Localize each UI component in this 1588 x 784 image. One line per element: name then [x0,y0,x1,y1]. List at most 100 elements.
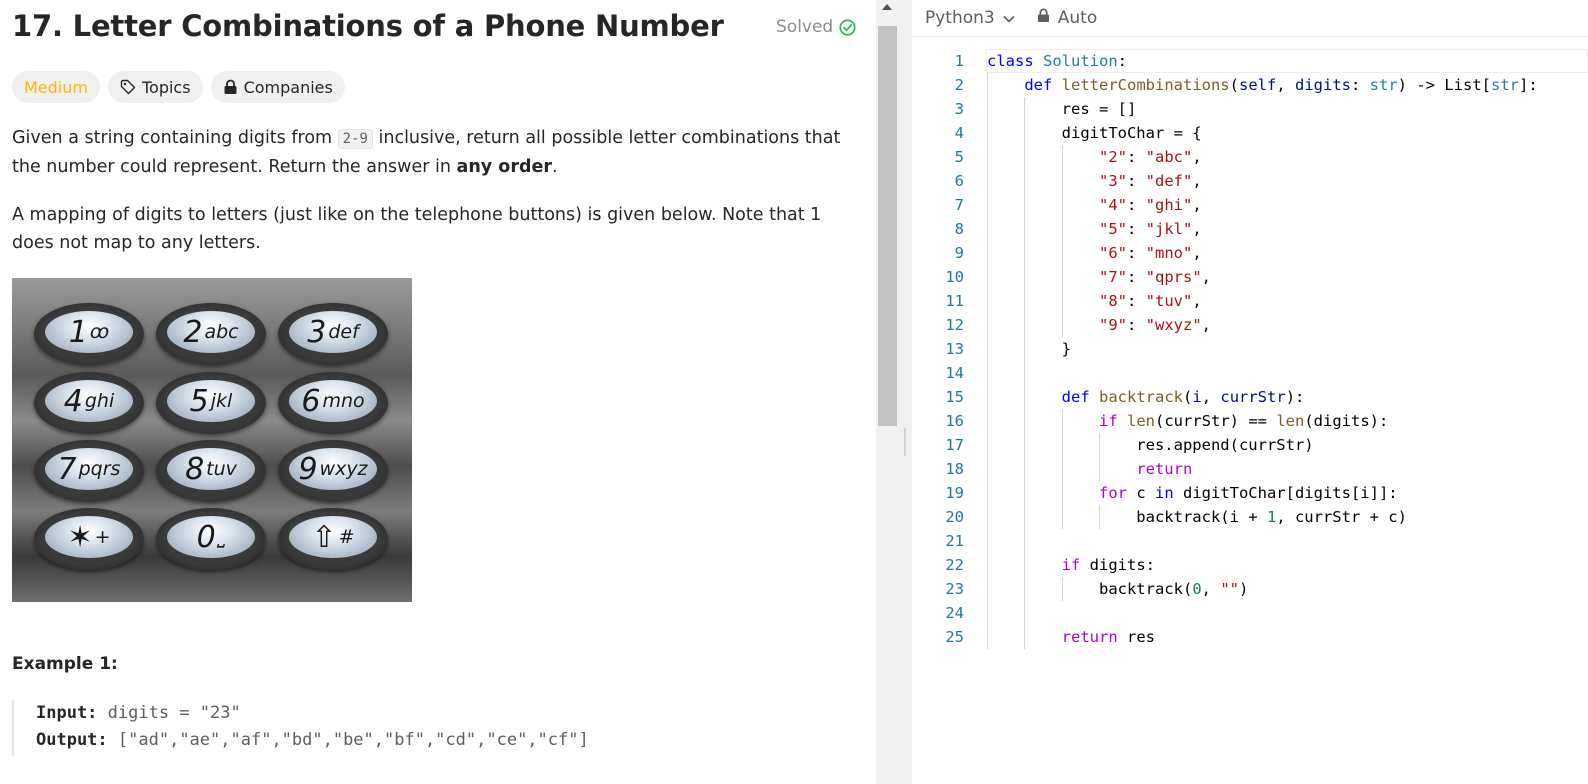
code-token: if [1098,412,1118,430]
line-number: 15 [945,388,964,406]
companies-label: Companies [243,77,333,97]
code-line[interactable]: 18 return [912,457,1588,481]
code-token: letterCombinations [1061,76,1230,94]
code-line[interactable]: 11 "8": "tuv", [912,289,1588,313]
p1-bold-text: any order [456,157,552,177]
code-line[interactable]: 16 if len(currStr) == len(digits): [912,409,1588,433]
line-number: 23 [945,580,964,598]
code-text: backtrack(i + 1, currStr + c) [987,505,1407,529]
code-token: "9" [1098,316,1127,334]
code-text: res = [] [987,97,1137,121]
code-token: str [1491,76,1519,94]
scrollbar-thumb[interactable] [878,26,897,426]
keypad-digit: 9 [298,451,318,487]
keypad-digit: 4 [63,383,83,419]
tag-row: Medium Topics Companies [12,71,345,103]
code-token: : [1126,220,1146,238]
auto-mode-toggle[interactable]: Auto [1037,8,1097,28]
description-scrollbar[interactable] [876,0,899,784]
code-text: class Solution: [987,49,1127,73]
code-token: "3" [1098,172,1127,190]
code-line[interactable]: 8 "5": "jkl", [912,217,1588,241]
keypad-key-face: ⇧ # [289,516,377,558]
code-line[interactable]: 17 res.append(currStr) [912,433,1588,457]
code-line[interactable]: 24 [912,601,1588,625]
code-text: def letterCombinations(self, digits: str… [987,73,1537,97]
keypad-key: 9 wxyz [278,440,388,502]
code-token: (digits): [1304,412,1389,430]
code-token: "mno" [1145,244,1193,262]
code-token: class [987,52,1034,70]
line-number: 13 [945,340,964,358]
code-text: def backtrack(i, currStr): [987,385,1305,409]
line-number: 3 [954,100,964,118]
code-line[interactable]: 5 "2": "abc", [912,145,1588,169]
code-token: , [1201,388,1221,406]
companies-button[interactable]: Companies [210,71,345,103]
keypad-key: 4 ghi [34,372,144,434]
code-line[interactable]: 3 res = [] [912,97,1588,121]
p1-text-start: Given a string containing digits from [12,128,338,148]
code-line[interactable]: 4 digitToChar = { [912,121,1588,145]
code-text: "5": "jkl", [987,217,1202,241]
line-number: 1 [954,52,964,70]
keypad-letters: mno [322,390,365,412]
code-line[interactable]: 13 } [912,337,1588,361]
panel-resize-divider[interactable] [899,0,912,784]
code-line[interactable]: 20 backtrack(i + 1, currStr + c) [912,505,1588,529]
code-line[interactable]: 25 return res [912,625,1588,649]
line-number: 11 [945,292,964,310]
line-number: 22 [945,556,964,574]
keypad-letters: abc [204,321,239,343]
code-line[interactable]: 12 "9": "wxyz", [912,313,1588,337]
line-number: 9 [954,244,964,262]
code-token: : [1126,316,1146,334]
code-token: return [1061,628,1118,646]
code-line[interactable]: 23 backtrack(0, "") [912,577,1588,601]
code-line[interactable]: 2 def letterCombinations(self, digits: s… [912,73,1588,97]
code-text: "9": "wxyz", [987,313,1211,337]
code-token: ) -> List[ [1397,76,1491,94]
code-line[interactable]: 15 def backtrack(i, currStr): [912,385,1588,409]
code-token: return [1136,460,1193,478]
code-line[interactable]: 9 "6": "mno", [912,241,1588,265]
code-token: i [1192,388,1202,406]
code-line[interactable]: 7 "4": "ghi", [912,193,1588,217]
code-line[interactable]: 6 "3": "def", [912,169,1588,193]
code-token: "abc" [1145,148,1193,166]
code-token: 0 [1192,580,1202,598]
keypad-digit: ✶ [67,519,93,555]
language-select[interactable]: Python3 [925,8,1015,28]
code-line[interactable]: 14 [912,361,1588,385]
code-token: : [1126,292,1146,310]
code-token: len [1276,412,1305,430]
keypad-key-face: ✶ + [45,516,133,558]
topics-button[interactable]: Topics [107,71,203,103]
code-line[interactable]: 1 class Solution: [912,49,1588,73]
code-line[interactable]: 21 [912,529,1588,553]
auto-label: Auto [1057,8,1098,28]
scroll-up-arrow-icon[interactable] [882,4,892,10]
keypad-key: 0 ⎵ [156,508,266,570]
code-text: digitToChar = { [987,121,1202,145]
code-token: "7" [1098,268,1127,286]
resize-handle[interactable] [904,428,906,456]
code-text: backtrack(0, "") [987,577,1248,601]
code-token: , [1192,220,1202,238]
code-line[interactable]: 19 for c in digitToChar[digits[i]]: [912,481,1588,505]
code-token: (currStr) == [1155,412,1277,430]
example-block: Input: digits = "23" Output: ["ad","ae",… [12,700,876,756]
code-token: , [1192,292,1202,310]
keypad-key-face: 8 tuv [167,448,255,490]
p1-text-end: . [551,157,558,177]
code-line[interactable]: 10 "7": "qprs", [912,265,1588,289]
telephone-keypad-image: 1 ꝏ 2 abc 3 def 4 ghi 5 jkl 6 mno 7 pqrs 8 tuv 9 wxyz ✶ +0 ⎵… [12,278,412,602]
line-number: 10 [945,268,964,286]
example-input-line: Input: digits = "23" [36,700,876,727]
code-token: res [1117,628,1155,646]
code-area[interactable]: 1 class Solution: 2 def letterCombinations… [912,49,1588,649]
code-line[interactable]: 22 if digits: [912,553,1588,577]
